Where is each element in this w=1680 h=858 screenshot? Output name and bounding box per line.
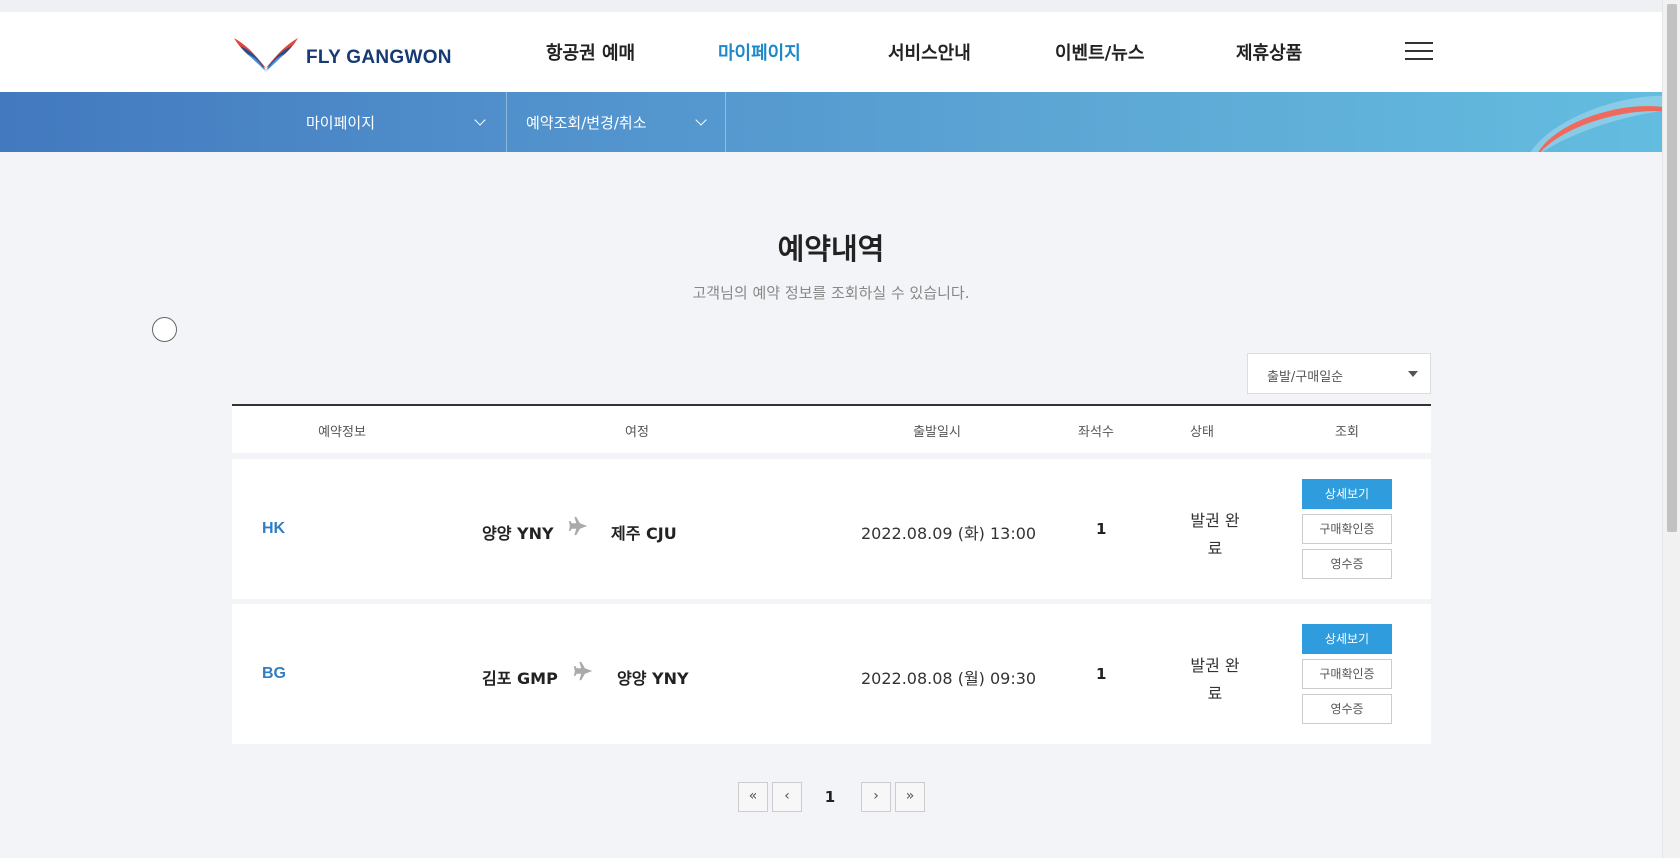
- arrival-airport: 제주 CJU: [611, 524, 677, 543]
- receipt-button[interactable]: 영수증: [1302, 549, 1392, 579]
- scrollbar-thumb[interactable]: [1667, 4, 1677, 532]
- nav-item-partners[interactable]: 제휴상품: [1236, 39, 1302, 65]
- table-row: BG 김포 GMP 양양 YNY 2022.08.08 (월) 09:30 1 …: [232, 604, 1431, 744]
- row-action-buttons: 상세보기 구매확인증 영수증: [1302, 624, 1392, 729]
- column-header-info: 예약정보: [318, 425, 366, 440]
- seat-count: 1: [1096, 665, 1107, 683]
- subnav-dropdown-label: 마이페이지: [306, 113, 376, 132]
- top-utility-strip: [0, 0, 1662, 12]
- purchase-confirmation-button[interactable]: 구매확인증: [1302, 514, 1392, 544]
- site-header: FLY GANGWON 항공권 예매 마이페이지 서비스안내 이벤트/뉴스 제휴…: [0, 12, 1662, 92]
- page-description: 고객님의 예약 정보를 조회하실 수 있습니다.: [692, 284, 970, 302]
- detail-button[interactable]: 상세보기: [1302, 479, 1392, 509]
- sub-navigation-bar: 마이페이지 예약조회/변경/취소: [0, 92, 1662, 152]
- column-header-seats: 좌석수: [1078, 425, 1114, 440]
- airplane-icon: [573, 661, 593, 681]
- reservation-table: 예약정보 여정 출발일시 좌석수 상태 조회 HK 양양 YNY 제주 CJU …: [232, 404, 1431, 744]
- nav-item-service[interactable]: 서비스안내: [888, 39, 971, 65]
- sort-select-value: 출발/구매일순: [1267, 370, 1344, 385]
- table-row: HK 양양 YNY 제주 CJU 2022.08.09 (화) 13:00 1 …: [232, 459, 1431, 599]
- sort-select[interactable]: 출발/구매일순: [1247, 353, 1431, 394]
- page-title: 예약내역: [777, 232, 885, 266]
- logo-wings-icon: [234, 38, 298, 72]
- chevron-down-icon: [474, 114, 486, 126]
- status-line: 발권 완: [1190, 656, 1240, 675]
- departure-datetime: 2022.08.08 (월) 09:30: [861, 669, 1037, 688]
- purchase-confirmation-button[interactable]: 구매확인증: [1302, 659, 1392, 689]
- subnav-dropdown-reservation[interactable]: 예약조회/변경/취소: [506, 92, 726, 152]
- hamburger-icon[interactable]: [1405, 42, 1433, 62]
- chevron-down-icon: [695, 114, 707, 126]
- logo-text: FLY GANGWON: [306, 47, 452, 68]
- next-page-button[interactable]: ›: [861, 782, 891, 812]
- caret-down-icon: [1408, 371, 1418, 377]
- departure-airport: 김포 GMP: [482, 669, 558, 688]
- nav-item-booking[interactable]: 항공권 예매: [546, 39, 635, 65]
- reservation-code-link[interactable]: BG: [262, 665, 286, 683]
- seat-count: 1: [1096, 520, 1107, 538]
- column-header-actions: 조회: [1335, 425, 1359, 440]
- airplane-icon: [568, 516, 588, 536]
- current-page[interactable]: 1: [815, 782, 845, 812]
- pagination: « ‹ 1 › »: [0, 782, 1662, 814]
- status-text: 발권 완 료: [1173, 507, 1257, 563]
- table-header: 예약정보 여정 출발일시 좌석수 상태 조회: [232, 404, 1431, 453]
- reservation-code-link[interactable]: HK: [262, 520, 285, 538]
- nav-item-mypage[interactable]: 마이페이지: [718, 39, 801, 65]
- subnav-dropdown-mypage[interactable]: 마이페이지: [306, 92, 506, 152]
- subnav-dropdown-label: 예약조회/변경/취소: [526, 113, 647, 132]
- prev-page-button[interactable]: ‹: [772, 782, 802, 812]
- logo[interactable]: FLY GANGWON: [232, 34, 452, 74]
- status-line: 료: [1207, 539, 1223, 558]
- first-page-button[interactable]: «: [738, 782, 768, 812]
- arrival-airport: 양양 YNY: [617, 669, 689, 688]
- column-header-datetime: 출발일시: [913, 425, 961, 440]
- row-action-buttons: 상세보기 구매확인증 영수증: [1302, 479, 1392, 584]
- column-header-route: 여정: [625, 425, 649, 440]
- status-line: 료: [1207, 684, 1223, 703]
- nav-item-events[interactable]: 이벤트/뉴스: [1055, 39, 1144, 65]
- receipt-button[interactable]: 영수증: [1302, 694, 1392, 724]
- status-line: 발권 완: [1190, 511, 1240, 530]
- circle-toggle-button[interactable]: [152, 317, 177, 342]
- departure-airport: 양양 YNY: [482, 524, 554, 543]
- detail-button[interactable]: 상세보기: [1302, 624, 1392, 654]
- vertical-scrollbar[interactable]: [1662, 0, 1680, 858]
- last-page-button[interactable]: »: [895, 782, 925, 812]
- status-text: 발권 완 료: [1173, 652, 1257, 708]
- departure-datetime: 2022.08.09 (화) 13:00: [861, 524, 1037, 543]
- column-header-status: 상태: [1190, 425, 1214, 440]
